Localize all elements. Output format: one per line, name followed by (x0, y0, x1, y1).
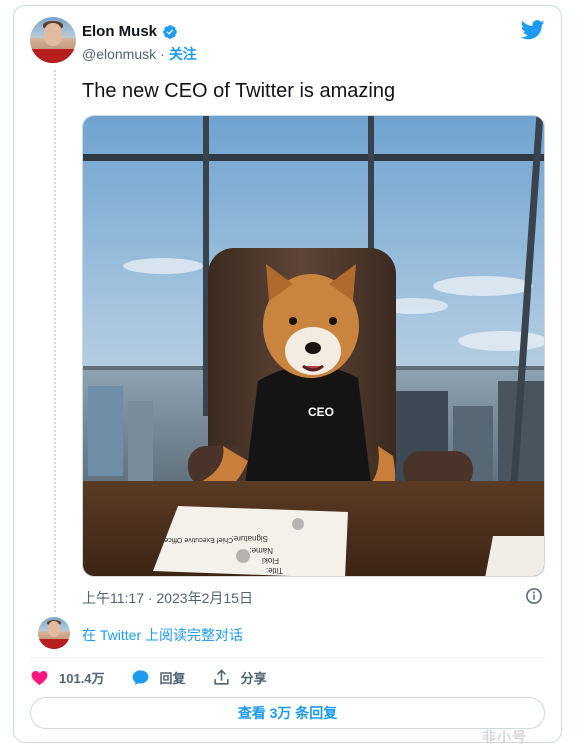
reply-button[interactable]: 回复 (131, 668, 186, 687)
read-full-conversation-link[interactable]: 在 Twitter 上阅读完整对话 (82, 625, 243, 645)
view-more-replies-button[interactable]: 查看 3万 条回复 (30, 697, 545, 729)
action-bar: 101.4万 回复 分享 (30, 667, 293, 687)
info-icon[interactable] (525, 587, 543, 605)
thread-line (54, 70, 56, 612)
author-avatar[interactable] (30, 17, 76, 63)
author-name-row[interactable]: Elon Musk (82, 23, 178, 40)
share-icon (213, 668, 229, 685)
like-button[interactable]: 101.4万 (30, 668, 105, 687)
verified-badge-icon (163, 24, 177, 39)
reply-label: 回复 (159, 670, 186, 686)
tweet-text: The new CEO of Twitter is amazing (82, 80, 396, 102)
paper-signature: Signature: (232, 534, 268, 543)
like-count: 101.4万 (59, 670, 105, 686)
paper-title: Title: (266, 566, 283, 575)
share-button[interactable]: 分享 (212, 668, 267, 687)
paper-name: Name: (249, 546, 273, 555)
follow-button[interactable]: 关注 (169, 44, 197, 64)
author-handle[interactable]: @elonmusk (82, 46, 156, 62)
watermark-logo: 非小号 (482, 729, 527, 745)
reply-avatar[interactable] (38, 617, 70, 649)
paper-name-value: Floki (262, 556, 279, 565)
author-display-name[interactable]: Elon Musk (82, 23, 157, 40)
paper-title-value: Chief Executive Officer (161, 536, 233, 543)
separator-dot: · (160, 46, 165, 62)
author-handle-row: @elonmusk · 关注 (82, 44, 197, 64)
reply-bubble-icon (132, 669, 148, 685)
heart-icon (31, 670, 48, 685)
ceo-dog-photo: CEO Signature: Name: Floki Title: Chief … (83, 116, 544, 576)
divider (30, 657, 545, 658)
sweater-text: CEO (308, 405, 334, 419)
twitter-bird-icon[interactable] (521, 20, 545, 40)
tweet-timestamp[interactable]: 上午11:17 · 2023年2月15日 (82, 588, 253, 608)
tweet-photo[interactable]: CEO Signature: Name: Floki Title: Chief … (82, 115, 545, 577)
share-label: 分享 (240, 670, 267, 686)
